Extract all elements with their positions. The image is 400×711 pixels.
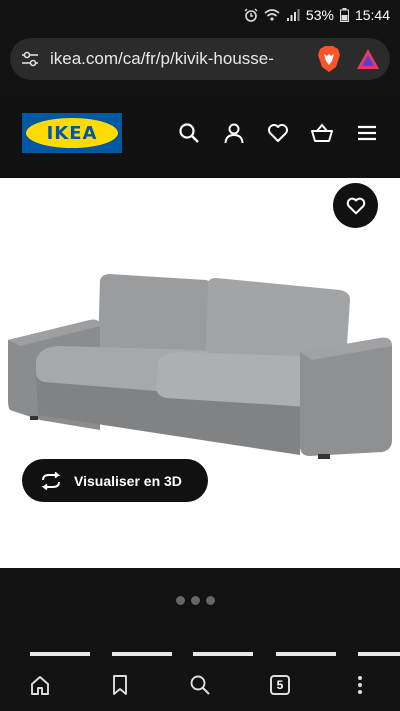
more-menu-button[interactable] xyxy=(340,665,380,705)
brave-shield-icon[interactable] xyxy=(316,45,342,73)
view-in-3d-button[interactable]: Visualiser en 3D xyxy=(22,459,208,502)
site-settings-icon[interactable] xyxy=(20,49,40,69)
ikea-logo[interactable]: IKEA xyxy=(22,113,122,153)
more-vertical-icon xyxy=(358,675,362,694)
signal-icon xyxy=(286,9,300,21)
favorites-icon[interactable] xyxy=(266,121,290,145)
tabs-button[interactable]: 5 xyxy=(260,665,300,705)
tab-count: 5 xyxy=(270,674,290,695)
home-icon xyxy=(31,675,49,695)
search-button[interactable] xyxy=(180,665,220,705)
search-icon[interactable] xyxy=(177,121,201,145)
tab-indicator[interactable] xyxy=(112,652,172,656)
url-bar[interactable]: ikea.com/ca/fr/p/kivik-housse- xyxy=(10,38,390,80)
tab-indicator[interactable] xyxy=(193,652,253,656)
cart-icon[interactable] xyxy=(310,121,334,145)
status-bar: 53% 15:44 xyxy=(0,0,400,30)
carousel-dot[interactable] xyxy=(191,596,200,605)
browser-bottom-nav: 5 xyxy=(0,658,400,711)
account-icon[interactable] xyxy=(222,121,246,145)
url-text[interactable]: ikea.com/ca/fr/p/kivik-housse- xyxy=(50,49,316,69)
search-icon xyxy=(190,675,210,695)
wifi-icon xyxy=(264,9,280,21)
tab-indicator[interactable] xyxy=(30,652,90,656)
carousel-dot[interactable] xyxy=(176,596,185,605)
home-button[interactable] xyxy=(20,665,60,705)
rotate-3d-icon xyxy=(41,471,61,490)
heart-icon xyxy=(346,197,365,214)
battery-icon xyxy=(339,8,349,22)
logo-text: IKEA xyxy=(46,122,98,144)
battery-percent: 53% xyxy=(305,7,334,23)
carousel-dot[interactable] xyxy=(206,596,215,605)
add-to-wishlist-button[interactable] xyxy=(333,183,378,228)
sofa-product-image xyxy=(8,274,392,459)
view-in-3d-label: Visualiser en 3D xyxy=(74,472,182,489)
menu-icon[interactable] xyxy=(355,121,379,145)
clock: 15:44 xyxy=(354,7,390,23)
tab-indicator[interactable] xyxy=(358,652,400,656)
tab-indicator[interactable] xyxy=(276,652,336,656)
carousel-pagination xyxy=(176,596,215,605)
bookmarks-button[interactable] xyxy=(100,665,140,705)
brave-rewards-icon[interactable] xyxy=(356,48,380,70)
bookmark-icon xyxy=(113,674,127,695)
alarm-icon xyxy=(244,8,258,22)
